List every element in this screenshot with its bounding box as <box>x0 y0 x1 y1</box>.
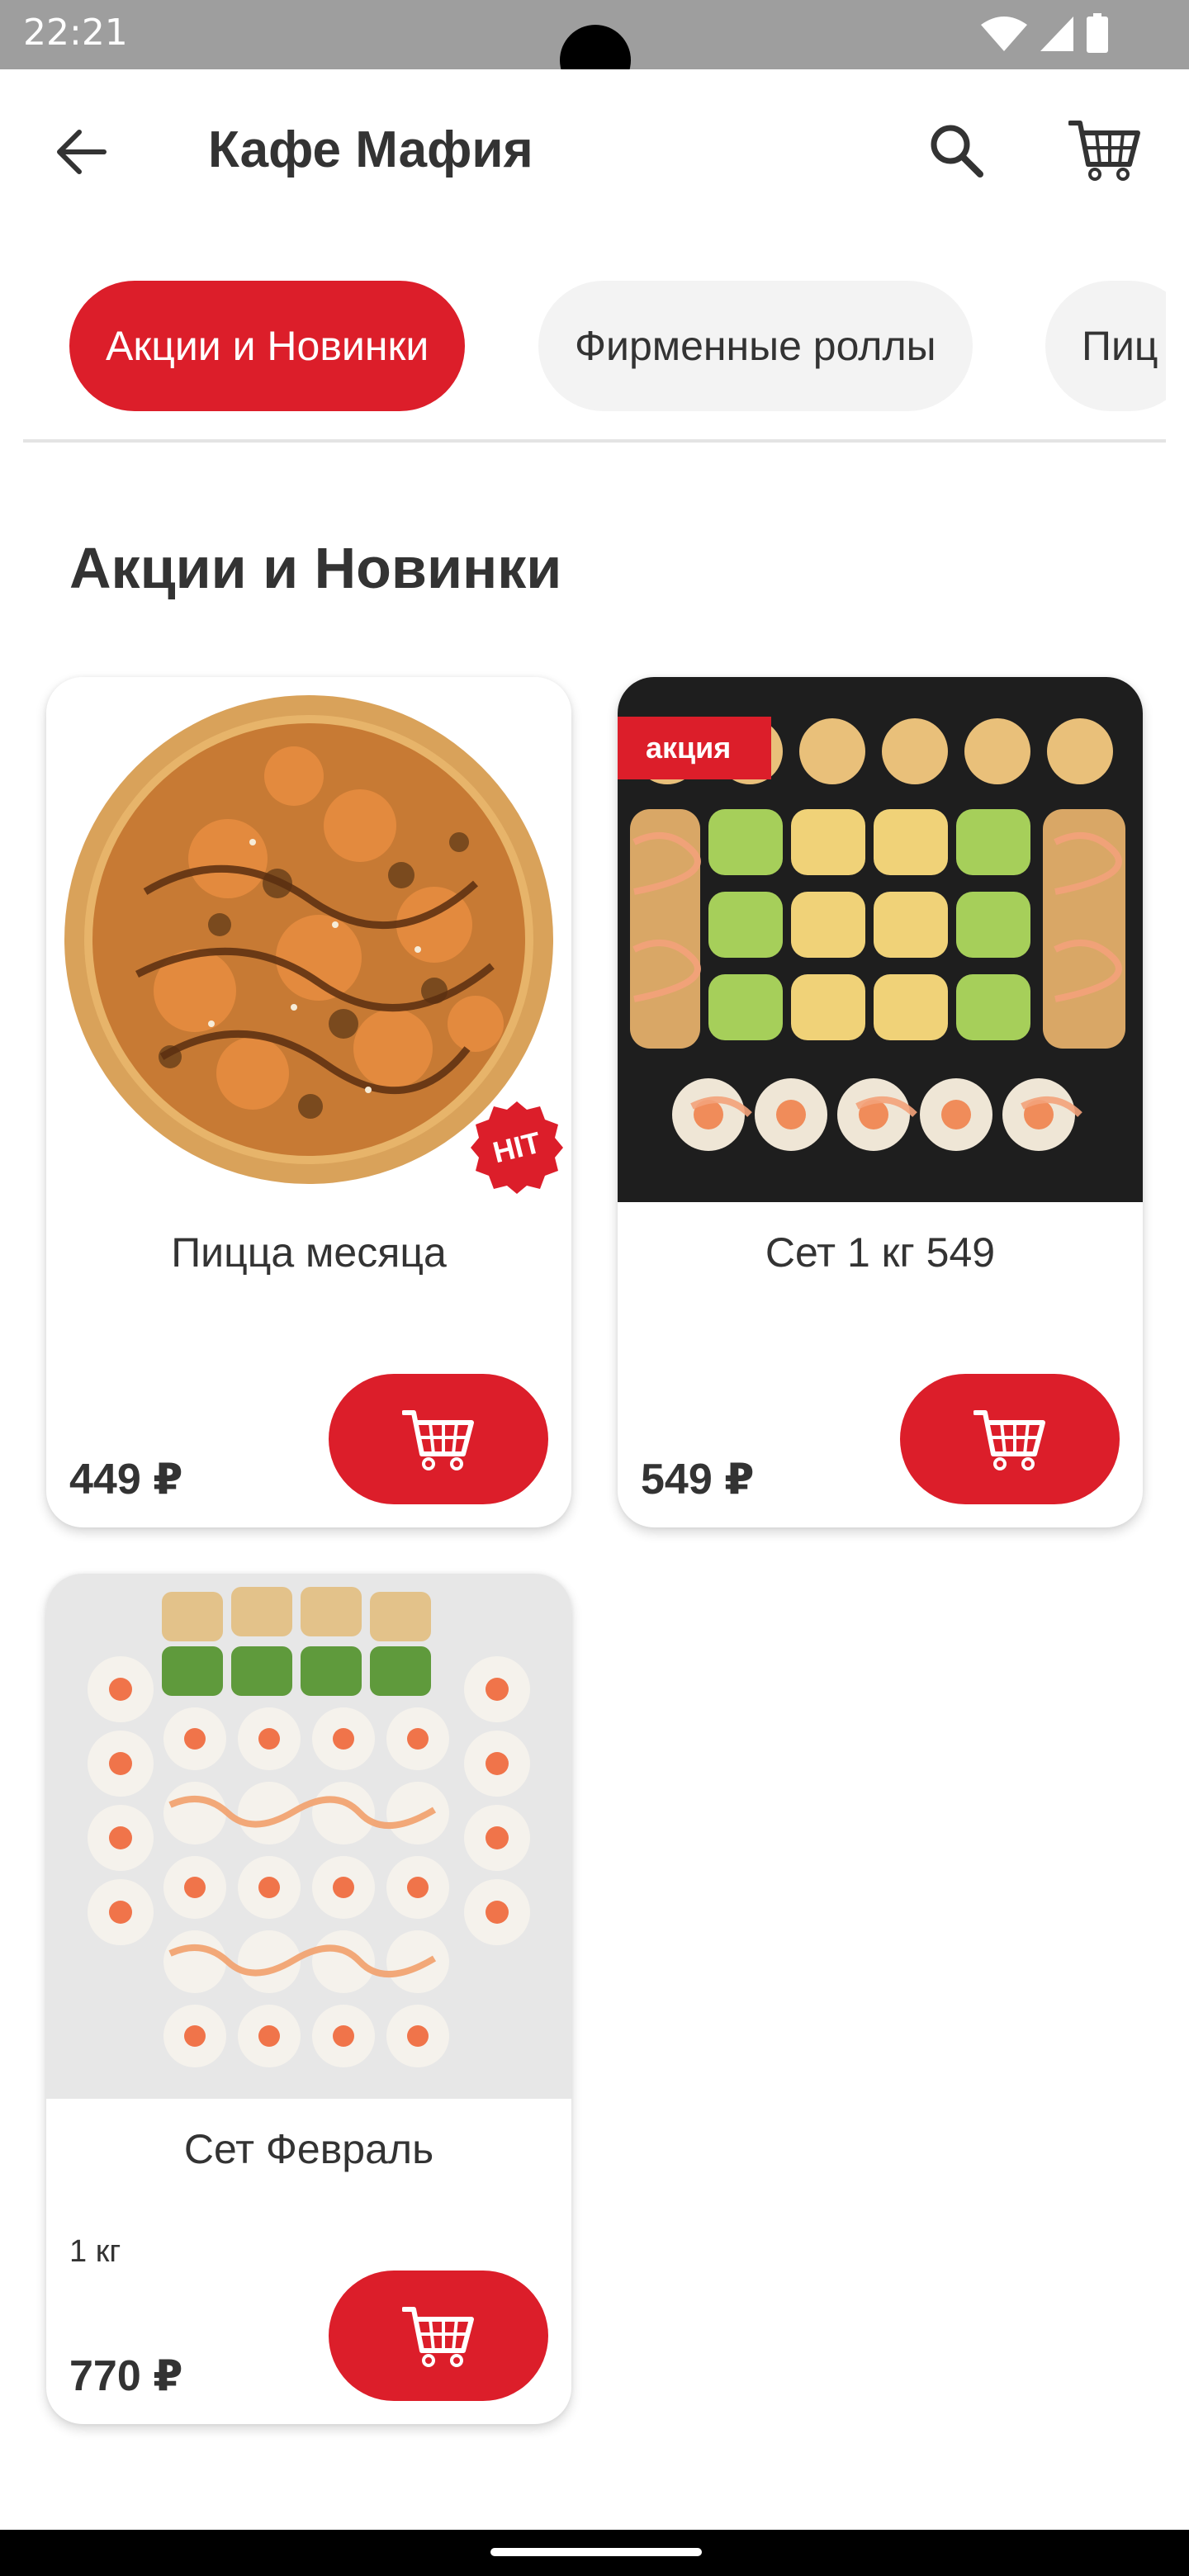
cart-icon <box>1068 121 1140 181</box>
app-bar: Кафе Мафия <box>0 69 1189 231</box>
home-gesture-handle[interactable] <box>490 2548 702 2556</box>
product-card[interactable]: акция Сет 1 кг 549 549 ₽ <box>618 677 1143 1527</box>
cart-button[interactable] <box>1065 112 1144 187</box>
product-image-sushi-set-february <box>46 1574 571 2099</box>
add-to-cart-button[interactable] <box>900 1374 1120 1504</box>
search-icon <box>931 125 983 178</box>
category-chip-promotions[interactable]: Акции и Новинки <box>69 281 466 411</box>
add-to-cart-button[interactable] <box>329 1374 548 1504</box>
category-chip-label: Фирменные роллы <box>575 323 936 369</box>
product-price: 770 ₽ <box>69 2352 183 2400</box>
product-name: Сет 1 кг 549 <box>765 1229 996 1276</box>
product-name: Сет Февраль <box>183 2126 434 2172</box>
hit-badge: HIT <box>469 1100 565 1196</box>
add-to-cart-button[interactable] <box>329 2271 548 2401</box>
cart-icon <box>402 2307 474 2367</box>
search-button[interactable] <box>923 117 989 183</box>
battery-icon <box>1087 13 1108 53</box>
system-nav-bar <box>0 2530 1189 2576</box>
category-chip-label: Пиц <box>1082 323 1158 369</box>
status-bar: 22:21 <box>0 0 1189 96</box>
category-chip-label: Акции и Новинки <box>106 323 429 369</box>
category-chip-signature-rolls[interactable]: Фирменные роллы <box>538 281 973 411</box>
signal-icon <box>1040 17 1073 51</box>
back-button[interactable] <box>48 119 114 185</box>
status-time: 22:21 <box>23 12 128 54</box>
section-title: Акции и Новинки <box>69 536 562 600</box>
product-weight: 1 кг <box>69 2234 121 2269</box>
product-card[interactable]: Сет Февраль 1 кг 770 ₽ <box>46 1574 571 2424</box>
promo-badge: акция <box>618 717 771 779</box>
product-card[interactable]: HIT Пицца месяца 449 ₽ <box>46 677 571 1527</box>
product-name: Пицца месяца <box>171 1229 447 1276</box>
page-title: Кафе Мафия <box>208 121 533 178</box>
tabs-divider <box>23 439 1166 443</box>
category-tabs: Акции и Новинки Фирменные роллы Пиц <box>23 281 1166 413</box>
product-price: 549 ₽ <box>641 1456 755 1503</box>
cart-icon <box>973 1410 1045 1470</box>
product-price: 449 ₽ <box>69 1456 183 1503</box>
wifi-icon <box>981 17 1027 51</box>
back-arrow-icon <box>57 130 107 174</box>
category-chip-pizza[interactable]: Пиц <box>1045 281 1166 411</box>
cart-icon <box>402 1410 474 1470</box>
